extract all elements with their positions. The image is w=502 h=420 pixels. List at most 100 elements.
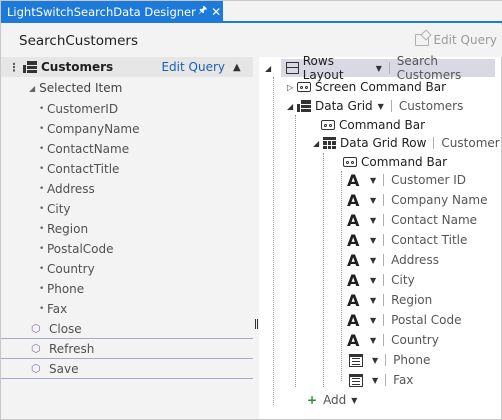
expand-triangle-icon[interactable]: ◢ — [29, 84, 35, 93]
field-node[interactable]: A ▼ Contact Name — [347, 210, 477, 230]
grid-command-bar-node[interactable]: Command Bar — [321, 115, 425, 135]
row-command-bar-label: Command Bar — [361, 155, 448, 169]
selected-item-node[interactable]: ◢ Selected Item — [29, 81, 122, 95]
document-tab[interactable]: LightSwitchSearchData Designer 🖈 ✕ — [1, 1, 223, 22]
collapse-triangle-icon[interactable]: ◢ — [265, 64, 275, 73]
field-label: Region — [391, 293, 433, 307]
grid-row-icon — [323, 137, 336, 149]
data-grid-row-label: Data Grid Row — [340, 136, 427, 150]
property-label: ContactName — [47, 142, 130, 156]
chevron-down-icon[interactable]: ▼ — [370, 316, 376, 325]
field-label: Fax — [393, 373, 414, 387]
property-item[interactable]: • Address — [1, 179, 253, 199]
chevron-up-icon[interactable]: ▲ — [233, 62, 247, 73]
property-item[interactable]: • Phone — [1, 279, 253, 299]
method-label: Save — [49, 361, 79, 376]
property-item[interactable]: • Region — [1, 219, 253, 239]
field-label: Phone — [393, 353, 431, 367]
command-bar-icon — [343, 157, 357, 167]
data-grid-node[interactable]: ◢ Data Grid ▼ Customers — [287, 96, 463, 116]
bullet-icon: • — [39, 244, 45, 254]
close-icon[interactable]: ✕ — [209, 5, 223, 19]
property-item[interactable]: • ContactName — [1, 139, 253, 159]
content-tree-panel: ◢ Rows Layout ▼ Search Customers ▷ Scree… — [259, 54, 501, 419]
chevron-down-icon[interactable]: ▼ — [370, 256, 376, 265]
field-node[interactable]: ▼ Phone — [347, 350, 430, 370]
view-model-panel: ⋮ Customers Edit Query ▲ ◢ Selected Item… — [1, 57, 253, 419]
chevron-down-icon[interactable]: ▼ — [370, 336, 376, 345]
field-node[interactable]: ▼ Fax — [347, 370, 413, 390]
edit-query-button[interactable]: Edit Query — [415, 33, 497, 47]
chevron-down-icon[interactable]: ▼ — [370, 236, 376, 245]
chevron-down-icon[interactable]: ▼ — [372, 356, 378, 365]
tab-title: LightSwitchSearchData Designer — [7, 4, 196, 19]
chevron-down-icon[interactable]: ▼ — [370, 216, 376, 225]
tab-strip: LightSwitchSearchData Designer 🖈 ✕ — [1, 1, 502, 23]
screen-method-item[interactable]: ⬡ Refresh — [1, 339, 253, 359]
screen-command-bar-node[interactable]: ▷ Screen Command Bar — [287, 77, 446, 97]
collapse-triangle-icon[interactable]: ◢ — [287, 102, 297, 111]
edit-query-link[interactable]: Edit Query — [161, 60, 225, 74]
chevron-down-icon[interactable]: ▼ — [370, 296, 376, 305]
property-item[interactable]: • Fax — [1, 299, 253, 319]
field-label: Customer ID — [391, 173, 467, 187]
field-label: Contact Name — [391, 213, 478, 227]
row-command-bar-node[interactable]: Command Bar — [343, 152, 447, 172]
text-icon: A — [347, 170, 360, 190]
panel-splitter[interactable] — [255, 319, 258, 329]
property-label: Phone — [47, 282, 85, 296]
field-node[interactable]: A ▼ Region — [347, 290, 432, 310]
collapse-triangle-icon[interactable]: ◢ — [313, 139, 323, 148]
query-header[interactable]: ⋮ Customers Edit Query ▲ — [1, 57, 253, 77]
chevron-down-icon[interactable]: ▼ — [370, 276, 376, 285]
bullet-icon: • — [39, 104, 45, 114]
bullet-icon: • — [39, 164, 45, 174]
selected-item-label: Selected Item — [39, 81, 123, 95]
property-item[interactable]: • CompanyName — [1, 119, 253, 139]
field-node[interactable]: A ▼ City — [347, 270, 415, 290]
text-icon: A — [347, 290, 360, 310]
phone-icon — [349, 353, 363, 367]
chevron-down-icon[interactable]: ▼ — [378, 102, 384, 111]
field-node[interactable]: A ▼ Country — [347, 330, 439, 350]
property-label: Country — [47, 262, 95, 276]
property-label: CustomerID — [47, 102, 119, 116]
chevron-down-icon[interactable]: ▼ — [370, 196, 376, 205]
text-icon: A — [347, 330, 360, 350]
screen-method-item[interactable]: ⬡ Close — [1, 319, 253, 339]
field-label: Address — [391, 253, 439, 267]
field-node[interactable]: A ▼ Customer ID — [347, 170, 466, 190]
property-label: PostalCode — [47, 242, 114, 256]
chevron-down-icon[interactable]: ▼ — [372, 376, 378, 385]
pin-icon[interactable]: 🖈 — [196, 3, 210, 20]
grid-command-bar-label: Command Bar — [339, 118, 426, 132]
property-label: Fax — [47, 302, 68, 316]
property-item[interactable]: • Country — [1, 259, 253, 279]
expand-triangle-icon[interactable]: ▷ — [287, 83, 297, 92]
tree-root-row[interactable]: ◢ — [265, 58, 275, 78]
property-item[interactable]: • PostalCode — [1, 239, 253, 259]
drag-handle-icon[interactable]: ⋮ — [7, 61, 21, 74]
property-item[interactable]: • CustomerID — [1, 99, 253, 119]
screen-method-item[interactable]: ⬡ Save — [1, 359, 253, 379]
field-node[interactable]: A ▼ Address — [347, 250, 439, 270]
chevron-down-icon[interactable]: ▼ — [351, 396, 357, 405]
method-icon: ⬡ — [31, 322, 41, 335]
property-label: Address — [47, 182, 95, 196]
field-node[interactable]: A ▼ Contact Title — [347, 230, 467, 250]
edit-query-label: Edit Query — [433, 33, 497, 47]
field-node[interactable]: A ▼ Postal Code — [347, 310, 462, 330]
data-grid-row-node[interactable]: ◢ Data Grid Row Customer — [313, 133, 500, 153]
field-node[interactable]: A ▼ Company Name — [347, 190, 487, 210]
bullet-icon: • — [39, 204, 45, 214]
command-bar-icon — [321, 120, 335, 130]
add-node-button[interactable]: + Add ▼ — [307, 390, 357, 410]
text-icon: A — [347, 310, 360, 330]
chevron-down-icon[interactable]: ▼ — [376, 64, 382, 73]
field-label: Postal Code — [391, 313, 462, 327]
query-name: Customers — [41, 60, 114, 74]
property-item[interactable]: • ContactTitle — [1, 159, 253, 179]
chevron-down-icon[interactable]: ▼ — [370, 176, 376, 185]
property-item[interactable]: • City — [1, 199, 253, 219]
rows-layout-node[interactable]: Rows Layout ▼ Search Customers — [281, 54, 495, 82]
